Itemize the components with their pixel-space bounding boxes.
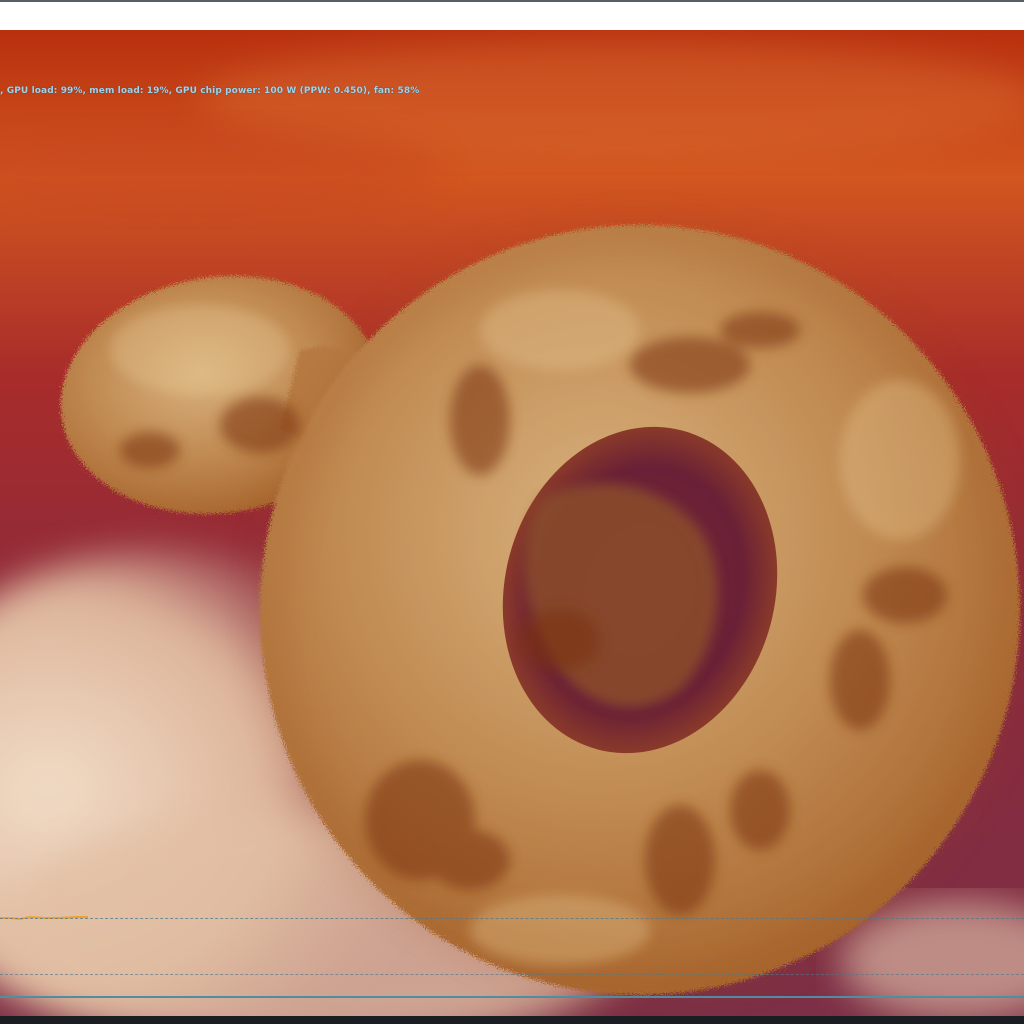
graph-gridline-upper [0, 918, 1024, 919]
graph-gridline-lower [0, 974, 1024, 975]
graph-baseline [0, 996, 1024, 998]
bottom-border [0, 1016, 1024, 1024]
gpu-stats-overlay: , GPU load: 99%, mem load: 19%, GPU chip… [0, 86, 420, 96]
render-viewport: , GPU load: 99%, mem load: 19%, GPU chip… [0, 30, 1024, 1016]
benchmark-window: , GPU load: 99%, mem load: 19%, GPU chip… [0, 0, 1024, 1024]
title-bar [0, 0, 1024, 30]
furmark-scene [0, 30, 1024, 1016]
